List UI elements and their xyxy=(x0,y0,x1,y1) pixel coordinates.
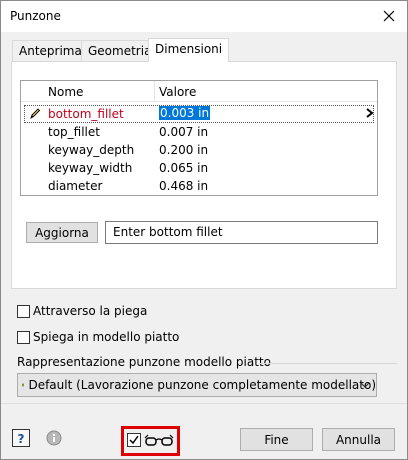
flat-pattern-selected: Default (Lavorazione punzone completamen… xyxy=(28,378,376,392)
param-name: keyway_width xyxy=(48,161,133,175)
info-icon[interactable] xyxy=(44,428,64,448)
grid-header: Nome Valore xyxy=(21,81,377,102)
pencil-icon xyxy=(30,108,41,120)
title-bar: Punzone xyxy=(1,1,407,32)
flat-option[interactable]: Spiega in modello piatto xyxy=(17,330,179,344)
column-header-value[interactable]: Valore xyxy=(159,85,196,99)
glasses-icon xyxy=(144,434,174,446)
table-row[interactable]: bottom_fillet 0.003 in xyxy=(21,105,377,123)
tab-label: Dimensioni xyxy=(155,42,223,56)
flat-pattern-group-label: Rappresentazione punzone modello piatto xyxy=(17,355,271,369)
tab-label: Geometria xyxy=(88,44,152,58)
help-icon[interactable]: ? xyxy=(11,428,31,448)
parameter-hint-field: Enter bottom fillet xyxy=(105,221,378,244)
column-header-name[interactable]: Nome xyxy=(48,85,83,99)
param-name: diameter xyxy=(48,179,103,193)
param-name: bottom_fillet xyxy=(48,107,124,121)
fold-checkbox-label: Attraverso la piega xyxy=(33,304,148,318)
group-divider xyxy=(260,363,397,364)
svg-text:?: ? xyxy=(18,432,25,446)
close-icon xyxy=(383,10,395,22)
flat-checkbox[interactable] xyxy=(17,330,30,344)
param-name: keyway_depth xyxy=(48,143,135,157)
param-name: top_fillet xyxy=(48,125,100,139)
param-value-input[interactable]: 0.003 in xyxy=(159,106,211,120)
footer-divider xyxy=(1,403,407,404)
ok-button[interactable]: Fine xyxy=(240,428,313,451)
cancel-button[interactable]: Annulla xyxy=(322,428,395,451)
table-row[interactable]: top_fillet 0.007 in xyxy=(21,123,377,141)
close-button[interactable] xyxy=(377,5,401,27)
table-row[interactable]: keyway_depth 0.200 in xyxy=(21,141,377,159)
column-divider xyxy=(154,81,155,102)
tab-label: Anteprima xyxy=(19,44,82,58)
window-title: Punzone xyxy=(10,9,61,23)
table-row[interactable]: diameter 0.468 in xyxy=(21,177,377,195)
tab-dimensioni[interactable]: Dimensioni xyxy=(148,38,230,62)
update-button[interactable]: Aggiorna xyxy=(26,222,98,243)
table-row[interactable]: keyway_width 0.065 in xyxy=(21,159,377,177)
param-value[interactable]: 0.007 in xyxy=(159,125,208,139)
tab-anteprima[interactable]: Anteprima xyxy=(12,40,89,61)
tab-geometria[interactable]: Geometria xyxy=(81,40,159,61)
punch-dialog: Punzone Anteprima Geometria Dimensioni N… xyxy=(0,0,408,460)
fold-checkbox[interactable] xyxy=(17,304,30,318)
fold-option[interactable]: Attraverso la piega xyxy=(17,304,147,318)
parameters-grid: Nome Valore bottom_fillet 0.003 in top_f… xyxy=(20,80,378,196)
param-value[interactable]: 0.065 in xyxy=(159,161,208,175)
param-value[interactable]: 0.468 in xyxy=(159,179,208,193)
param-value[interactable]: 0.200 in xyxy=(159,143,208,157)
chevron-down-icon xyxy=(360,382,370,388)
arrow-right-icon[interactable] xyxy=(366,108,374,118)
flat-checkbox-label: Spiega in modello piatto xyxy=(33,330,180,344)
preview-checkbox[interactable] xyxy=(127,433,141,447)
checkmark-icon xyxy=(129,435,139,445)
flat-pattern-dropdown[interactable]: Default (Lavorazione punzone completamen… xyxy=(17,373,377,397)
punch-representation-icon xyxy=(22,383,25,387)
